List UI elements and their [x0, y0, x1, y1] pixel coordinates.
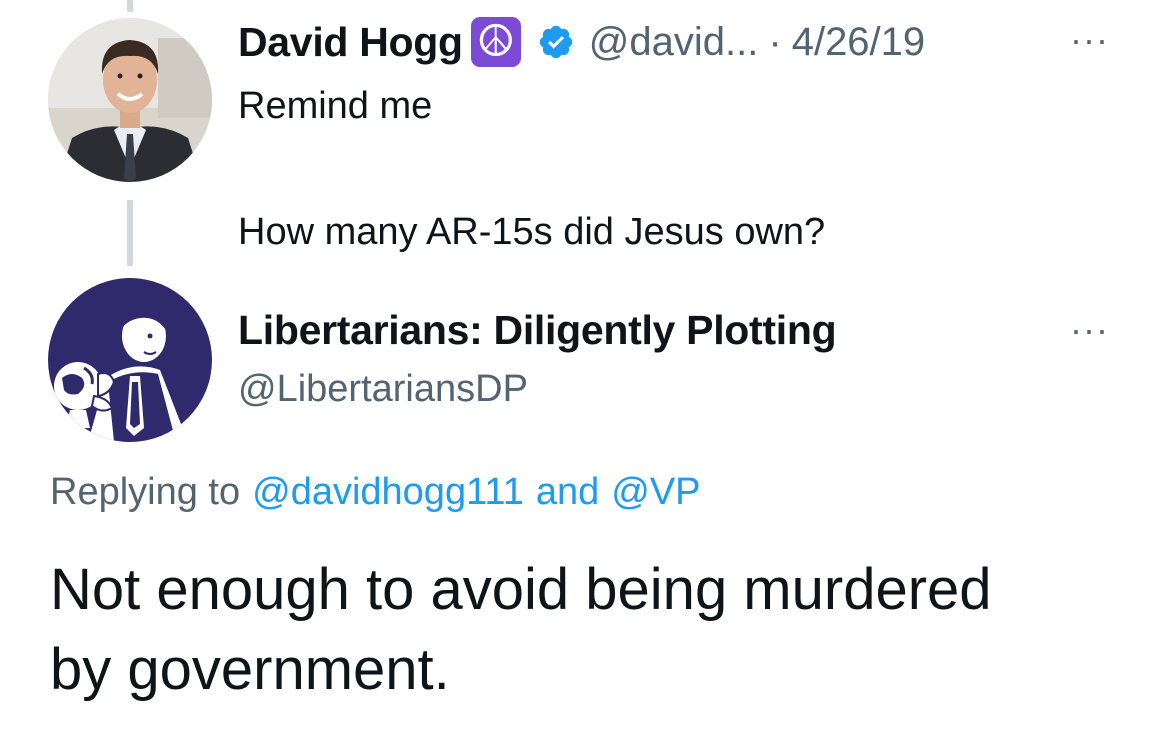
parent-tweet-date[interactable]: 4/26/19 — [792, 20, 925, 65]
more-options-icon[interactable]: ··· — [1070, 312, 1109, 348]
peace-symbol-icon: ☮ — [470, 17, 521, 67]
replying-to-line: Replying to @davidhogg111 and @VP — [50, 464, 701, 520]
thread-line-top — [127, 0, 133, 12]
reply-mention-vp[interactable]: @VP — [611, 471, 700, 514]
replying-to-prefix: Replying to — [50, 470, 241, 513]
header-separator: · — [768, 19, 782, 64]
reply-tweet-body: Not enough to avoid being murdered by go… — [50, 550, 992, 710]
reply-mention-and: and — [535, 470, 600, 513]
libertarians-dp-avatar[interactable] — [48, 278, 212, 442]
reply-author-handle-row: @LibertariansDP — [238, 364, 528, 414]
reply-author-name[interactable]: Libertarians: Diligently Plotting — [238, 307, 837, 354]
verified-badge-icon — [537, 23, 575, 61]
reply-mention-davidhogg111[interactable]: @davidhogg111 — [252, 471, 524, 514]
david-hogg-avatar[interactable] — [48, 18, 212, 182]
reply-tweet-header: Libertarians: Diligently Plotting — [238, 302, 837, 358]
parent-tweet-text-line-2: How many AR-15s did Jesus own? — [238, 211, 826, 253]
reply-author-handle[interactable]: @LibertariansDP — [238, 368, 528, 411]
reply-tweet-text-line-2: by government. — [50, 637, 450, 702]
more-options-icon[interactable]: ··· — [1070, 22, 1109, 58]
reply-tweet-text-line-1: Not enough to avoid being murdered — [50, 557, 992, 622]
parent-author-handle[interactable]: @david... — [589, 20, 759, 65]
parent-author-name[interactable]: David Hogg — [238, 19, 463, 66]
parent-tweet-text-line-1: Remind me — [238, 85, 433, 127]
thread-line-connector — [127, 200, 133, 266]
parent-tweet-header: David Hogg ☮ @david... · 4/26/19 — [238, 14, 925, 70]
